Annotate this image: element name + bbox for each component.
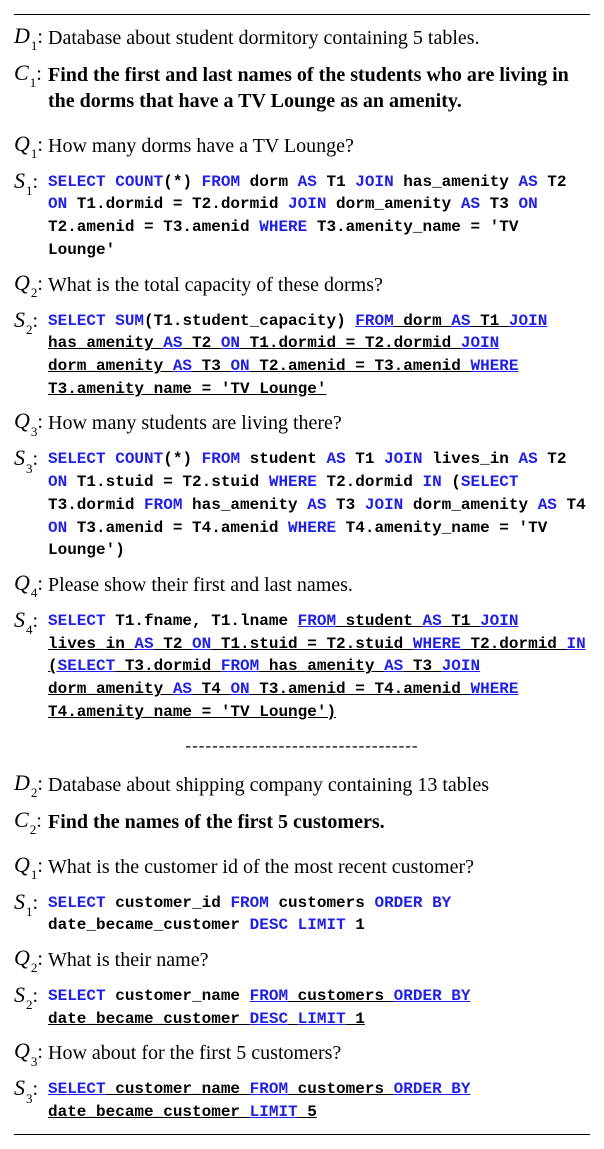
row-q1: Q1: How many dorms have a TV Lounge? — [14, 131, 590, 160]
figure-wrap: D1: Database about student dormitory con… — [0, 0, 604, 1149]
code-s1: SELECT COUNT(*) FROM dorm AS T1 JOIN has… — [48, 168, 590, 262]
code-b2s2: SELECT customer_name FROM customers ORDE… — [48, 982, 590, 1030]
label-c2: C2: — [14, 807, 48, 836]
row-d2: D2: Database about shipping company cont… — [14, 770, 590, 799]
row-s3: S3: SELECT COUNT(*) FROM student AS T1 J… — [14, 445, 590, 562]
label-s2: S2: — [14, 307, 48, 336]
bottom-rule — [14, 1134, 590, 1135]
row-q3: Q3: How many students are living there? — [14, 408, 590, 437]
code-b2s3: SELECT customer_name FROM customers ORDE… — [48, 1075, 590, 1123]
row-b2q2: Q2: What is their name? — [14, 945, 590, 974]
label-d1: D1: — [14, 23, 48, 52]
code-s4: SELECT T1.fname, T1.lname FROM student A… — [48, 607, 590, 724]
row-s2: S2: SELECT SUM(T1.student_capacity) FROM… — [14, 307, 590, 401]
label-s4: S4: — [14, 607, 48, 636]
label-b2s1: S1: — [14, 889, 48, 918]
text-b2q2: What is their name? — [48, 945, 590, 973]
row-b2q1: Q1: What is the customer id of the most … — [14, 852, 590, 881]
code-s2: SELECT SUM(T1.student_capacity) FROM dor… — [48, 307, 590, 401]
row-b2q3: Q3: How about for the first 5 customers? — [14, 1038, 590, 1067]
row-b2s3: S3: SELECT customer_name FROM customers … — [14, 1075, 590, 1123]
text-b2q3: How about for the first 5 customers? — [48, 1038, 590, 1066]
label-s1: S1: — [14, 168, 48, 197]
row-s1: S1: SELECT COUNT(*) FROM dorm AS T1 JOIN… — [14, 168, 590, 262]
label-b2q2: Q2: — [14, 945, 48, 974]
text-d2: Database about shipping company containi… — [48, 770, 590, 798]
text-c1: Find the first and last names of the stu… — [48, 60, 590, 115]
row-b2s1: S1: SELECT customer_id FROM customers OR… — [14, 889, 590, 937]
row-c1: C1: Find the first and last names of the… — [14, 60, 590, 115]
label-c1: C1: — [14, 60, 48, 89]
code-s3: SELECT COUNT(*) FROM student AS T1 JOIN … — [48, 445, 590, 562]
top-rule — [14, 14, 590, 15]
label-q2: Q2: — [14, 270, 48, 299]
row-b2s2: S2: SELECT customer_name FROM customers … — [14, 982, 590, 1030]
label-d2: D2: — [14, 770, 48, 799]
row-d1: D1: Database about student dormitory con… — [14, 23, 590, 52]
text-q4: Please show their first and last names. — [48, 570, 590, 598]
label-b2q3: Q3: — [14, 1038, 48, 1067]
text-q2: What is the total capacity of these dorm… — [48, 270, 590, 298]
row-q2: Q2: What is the total capacity of these … — [14, 270, 590, 299]
text-c2: Find the names of the first 5 customers. — [48, 807, 590, 835]
label-b2q1: Q1: — [14, 852, 48, 881]
text-d1: Database about student dormitory contain… — [48, 23, 590, 51]
row-q4: Q4: Please show their first and last nam… — [14, 570, 590, 599]
text-q3: How many students are living there? — [48, 408, 590, 436]
text-q1: How many dorms have a TV Lounge? — [48, 131, 590, 159]
label-s3: S3: — [14, 445, 48, 474]
label-b2s2: S2: — [14, 982, 48, 1011]
row-c2: C2: Find the names of the first 5 custom… — [14, 807, 590, 836]
label-q1: Q1: — [14, 131, 48, 160]
label-q4: Q4: — [14, 570, 48, 599]
row-s4: S4: SELECT T1.fname, T1.lname FROM stude… — [14, 607, 590, 724]
code-b2s1: SELECT customer_id FROM customers ORDER … — [48, 889, 590, 937]
label-q3: Q3: — [14, 408, 48, 437]
divider-dashes: ----------------------------------- — [14, 736, 590, 756]
text-b2q1: What is the customer id of the most rece… — [48, 852, 590, 880]
